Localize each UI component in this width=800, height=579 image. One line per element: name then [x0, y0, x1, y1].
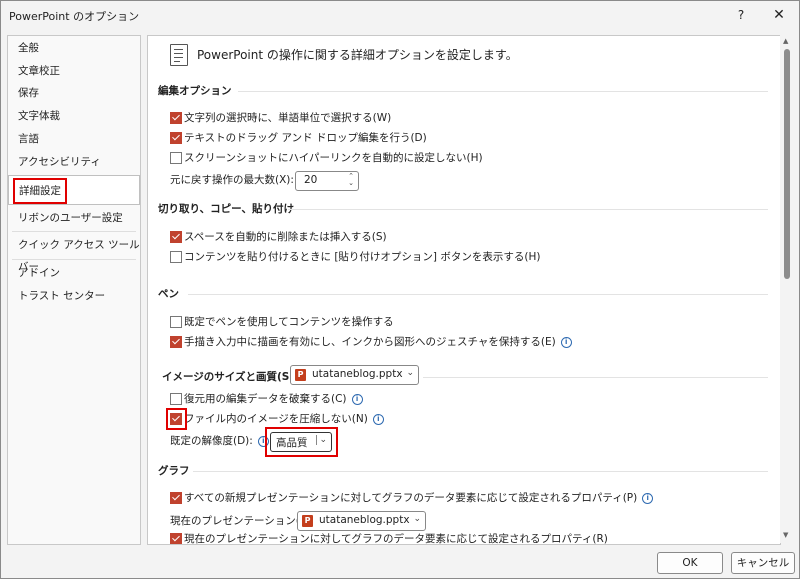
section-title-image: イメージのサイズと画質(S) — [162, 371, 295, 383]
option-label: 復元用の編集データを破棄する(C) — [184, 393, 347, 405]
checkbox[interactable] — [170, 152, 182, 164]
section-title-pen: ペン — [158, 288, 179, 300]
sidebar-item-label: 全般 — [18, 42, 39, 54]
ok-button[interactable]: OK — [657, 552, 723, 574]
sidebar-item-language[interactable]: 言語 — [8, 128, 140, 150]
sidebar-item-label: 文章校正 — [18, 65, 60, 77]
sidebar-item-label: アクセシビリティ — [18, 156, 101, 168]
option-label: 現在のプレゼンテーションに対してグラフのデータ要素に応じて設定されるプロパティ(… — [184, 533, 608, 545]
image-file-value: utataneblog.pptx — [312, 368, 403, 380]
sidebar-item-label: アドイン — [18, 267, 60, 279]
info-icon[interactable]: i — [560, 337, 572, 348]
sidebar-item-general[interactable]: 全般 — [8, 37, 140, 59]
section-title-cut: 切り取り、コピー、貼り付け — [158, 203, 294, 215]
spinner-arrows-icon[interactable]: ⌃ ⌄ — [348, 173, 354, 187]
info-icon[interactable]: i — [372, 414, 384, 425]
checkbox[interactable] — [170, 251, 182, 263]
chevron-down-icon: ⌄ — [413, 514, 421, 524]
sidebar-item-label: トラスト センター — [18, 290, 106, 302]
powerpoint-file-icon: P — [295, 369, 306, 381]
sidebar-item-label: 保存 — [18, 87, 39, 99]
sidebar-item-trust-center[interactable]: トラスト センター — [8, 285, 140, 307]
scroll-up-icon[interactable]: ▲ — [783, 37, 788, 45]
chevron-down-icon: ⌄ — [406, 368, 414, 378]
option-label: 既定でペンを使用してコンテンツを操作する — [184, 316, 394, 328]
page-heading: PowerPoint の操作に関する詳細オプションを設定します。 — [197, 48, 518, 62]
vertical-scrollbar[interactable]: ▲ ▼ — [780, 35, 794, 543]
info-icon[interactable]: i — [642, 493, 654, 504]
undo-limit-value: 20 — [304, 174, 318, 186]
section-divider — [238, 91, 768, 92]
powerpoint-file-icon: P — [302, 515, 313, 527]
sidebar-item-proofing[interactable]: 文章校正 — [8, 60, 140, 82]
sidebar-item-label: 言語 — [18, 133, 39, 145]
sidebar-item-label: 詳細設定 — [13, 178, 67, 204]
window-title: PowerPoint のオプション — [9, 10, 140, 23]
current-presentation-label: 現在のプレゼンテーション(C): — [170, 515, 315, 527]
section-divider — [188, 294, 768, 295]
section-title-chart: グラフ — [158, 465, 190, 477]
checkbox[interactable] — [170, 231, 182, 243]
sidebar-item-advanced[interactable]: 詳細設定 — [8, 175, 140, 205]
chart-file-dropdown[interactable]: P utataneblog.pptx ⌄ — [297, 511, 426, 531]
checkbox[interactable] — [170, 336, 182, 348]
chart-file-value: utataneblog.pptx — [319, 514, 410, 526]
checkbox[interactable] — [170, 533, 182, 544]
section-title-edit: 編集オプション — [158, 85, 232, 97]
sidebar-item-addins[interactable]: アドイン — [8, 262, 140, 284]
sidebar-item-label: 文字体裁 — [18, 110, 60, 122]
option-label: スペースを自動的に削除または挿入する(S) — [184, 231, 387, 243]
section-divider — [288, 209, 768, 210]
undo-limit-label: 元に戻す操作の最大数(X): — [170, 174, 294, 186]
option-label: 手描き入力中に描画を有効にし、インクから図形へのジェスチャを保持する(E) — [184, 336, 556, 348]
option-label: スクリーンショットにハイパーリンクを自動的に設定しない(H) — [184, 152, 483, 164]
help-button[interactable]: ? — [731, 5, 751, 25]
scroll-down-icon[interactable]: ▼ — [783, 531, 788, 539]
sidebar-item-save[interactable]: 保存 — [8, 82, 140, 104]
default-resolution-label: 既定の解像度(D): i — [170, 433, 269, 449]
option-label: コンテンツを貼り付けるときに [貼り付けオプション] ボタンを表示する(H) — [184, 251, 541, 263]
title-bar: PowerPoint のオプション ? ✕ — [1, 1, 799, 29]
sidebar: 全般 文章校正 保存 文字体裁 言語 アクセシビリティ 詳細設定 リボンのユーザ… — [7, 35, 141, 545]
undo-limit-spinner[interactable]: 20 ⌃ ⌄ — [295, 171, 359, 191]
option-label: ファイル内のイメージを圧縮しない(N) — [184, 413, 368, 425]
section-divider — [193, 471, 768, 472]
option-label: テキストのドラッグ アンド ドロップ編集を行う(D) — [184, 132, 427, 144]
sidebar-item-typography[interactable]: 文字体裁 — [8, 105, 140, 127]
sidebar-divider — [12, 259, 136, 260]
checkbox[interactable] — [170, 393, 182, 405]
checkbox-highlight — [166, 408, 187, 430]
checkbox[interactable] — [170, 132, 182, 144]
options-document-icon — [170, 44, 188, 66]
sidebar-item-accessibility[interactable]: アクセシビリティ — [8, 151, 140, 173]
checkbox[interactable] — [170, 112, 182, 124]
checkbox[interactable] — [170, 492, 182, 504]
image-file-dropdown[interactable]: P utataneblog.pptx ⌄ — [290, 365, 419, 385]
content-pane: PowerPoint の操作に関する詳細オプションを設定します。 編集オプション… — [147, 35, 781, 545]
section-divider — [423, 377, 768, 378]
sidebar-divider — [12, 231, 136, 232]
checkbox[interactable] — [170, 316, 182, 328]
option-label: すべての新規プレゼンテーションに対してグラフのデータ要素に応じて設定されるプロパ… — [184, 492, 638, 504]
option-label: 文字列の選択時に、単語単位で選択する(W) — [184, 112, 392, 124]
options-dialog: PowerPoint のオプション ? ✕ 全般 文章校正 保存 文字体裁 言語… — [0, 0, 800, 579]
option-label: 既定の解像度(D): — [170, 435, 253, 447]
sidebar-item-quick-access[interactable]: クイック アクセス ツール バー — [8, 234, 140, 273]
close-button[interactable]: ✕ — [767, 5, 791, 25]
cancel-button[interactable]: キャンセル — [731, 552, 795, 574]
sidebar-item-label: リボンのユーザー設定 — [18, 212, 123, 224]
sidebar-item-ribbon[interactable]: リボンのユーザー設定 — [8, 207, 140, 229]
resolution-highlight — [265, 427, 338, 457]
scrollbar-thumb[interactable] — [784, 49, 790, 279]
info-icon[interactable]: i — [351, 394, 363, 405]
